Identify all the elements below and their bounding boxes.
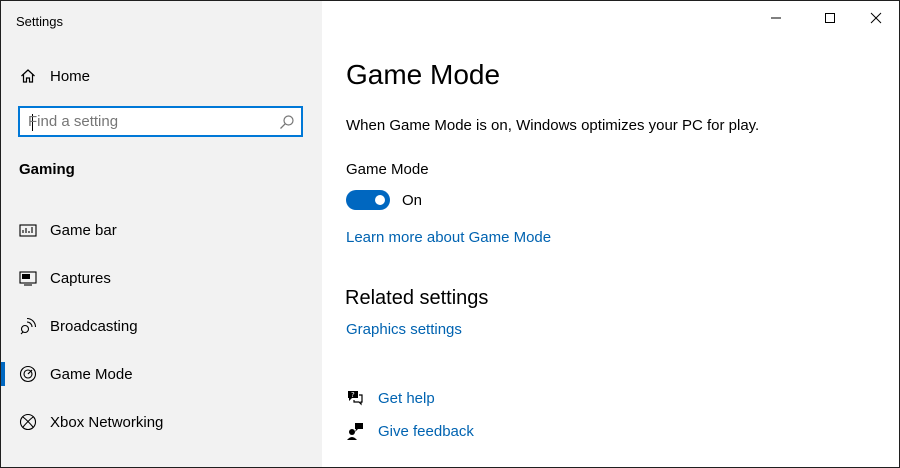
app-title: Settings xyxy=(16,14,63,29)
sidebar-item-label: Home xyxy=(50,67,91,85)
main-content: Game Mode When Game Mode is on, Windows … xyxy=(322,1,899,467)
search-icon[interactable] xyxy=(279,114,295,130)
maximize-button[interactable] xyxy=(807,1,853,35)
sidebar-item-label: Xbox Networking xyxy=(50,413,164,431)
close-button[interactable] xyxy=(853,1,899,35)
page-title: Game Mode xyxy=(346,59,501,90)
broadcasting-icon xyxy=(19,317,37,335)
captures-icon xyxy=(19,269,37,287)
related-settings-title: Related settings xyxy=(345,287,489,309)
setting-label: Game Mode xyxy=(346,161,429,178)
minimize-icon xyxy=(771,17,781,19)
feedback-icon xyxy=(346,422,364,440)
search-box[interactable] xyxy=(18,106,303,137)
maximize-icon xyxy=(825,13,835,23)
settings-window: Settings Home Gaming xyxy=(0,0,900,468)
get-help-link[interactable]: Get help xyxy=(378,390,435,407)
game-mode-icon xyxy=(19,365,37,383)
give-feedback-link[interactable]: Give feedback xyxy=(378,423,474,440)
toggle-state-label: On xyxy=(402,192,423,209)
sidebar-item-label: Broadcasting xyxy=(50,317,138,335)
sidebar-item-game-mode[interactable]: Game Mode xyxy=(1,352,322,396)
close-icon xyxy=(870,12,882,24)
svg-text:?: ? xyxy=(351,391,355,399)
sidebar-item-game-bar[interactable]: Game bar xyxy=(1,208,322,252)
game-bar-icon xyxy=(19,221,37,239)
sidebar-item-home[interactable]: Home xyxy=(1,54,322,98)
section-header: Gaming xyxy=(19,161,75,178)
search-input[interactable] xyxy=(28,108,278,135)
sidebar-item-label: Captures xyxy=(50,269,111,287)
minimize-button[interactable] xyxy=(753,1,799,35)
sidebar-item-label: Game bar xyxy=(50,221,117,239)
sidebar-item-xbox-networking[interactable]: Xbox Networking xyxy=(1,400,322,444)
xbox-icon xyxy=(19,413,37,431)
learn-more-link[interactable]: Learn more about Game Mode xyxy=(346,229,551,246)
help-icon: ? xyxy=(346,389,364,407)
home-icon xyxy=(19,67,37,85)
game-mode-toggle[interactable] xyxy=(346,190,390,210)
toggle-knob xyxy=(375,195,385,205)
page-description: When Game Mode is on, Windows optimizes … xyxy=(346,117,760,134)
sidebar-item-label: Game Mode xyxy=(50,365,133,383)
sidebar-item-broadcasting[interactable]: Broadcasting xyxy=(1,304,322,348)
sidebar: Settings Home Gaming xyxy=(1,1,322,467)
sidebar-item-captures[interactable]: Captures xyxy=(1,256,322,300)
selection-indicator xyxy=(1,362,5,386)
graphics-settings-link[interactable]: Graphics settings xyxy=(346,321,462,338)
